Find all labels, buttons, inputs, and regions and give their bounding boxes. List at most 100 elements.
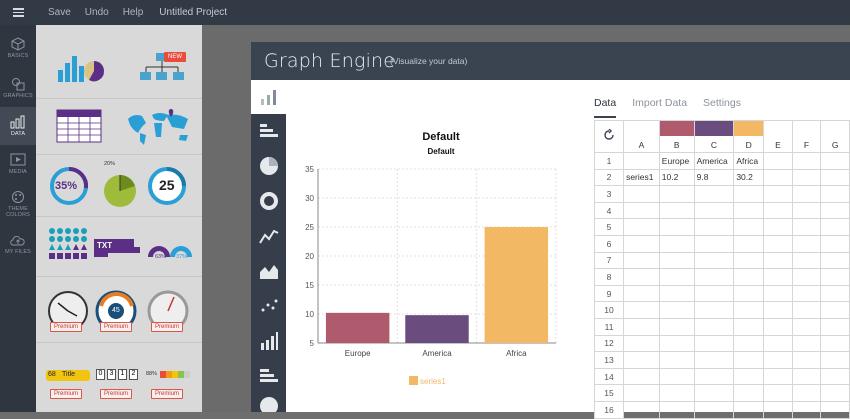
sheet-cell[interactable] [733, 284, 765, 303]
sheet-cell[interactable] [693, 218, 735, 236]
sheet-cell[interactable] [623, 351, 660, 369]
sheet-cell[interactable] [693, 301, 735, 319]
column-header[interactable]: A [623, 120, 660, 153]
sheet-cell[interactable] [733, 367, 765, 386]
sheet-cell[interactable] [623, 367, 660, 386]
row-number[interactable]: 4 [593, 201, 625, 220]
row-number[interactable]: 16 [593, 400, 625, 419]
column-header[interactable]: C [693, 120, 735, 153]
sheet-cell[interactable] [820, 351, 850, 369]
sheet-cell[interactable] [791, 152, 822, 170]
sheet-cell[interactable] [820, 367, 850, 386]
sheet-cell[interactable] [658, 301, 695, 319]
sheet-cell[interactable] [791, 334, 822, 353]
row-number[interactable]: 11 [593, 317, 625, 336]
sheet-cell[interactable] [791, 284, 822, 303]
sheet-cell[interactable] [733, 218, 765, 236]
row-number[interactable]: 10 [593, 301, 625, 319]
refresh-icon[interactable] [593, 120, 625, 153]
type-scatter[interactable] [251, 289, 286, 323]
column-header[interactable]: D [733, 120, 765, 153]
sheet-cell[interactable]: Africa [733, 152, 765, 170]
tab-import-data[interactable]: Import Data [632, 92, 687, 118]
bar-pie-thumbnail[interactable] [56, 48, 106, 84]
sheet-cell[interactable] [693, 334, 735, 353]
sheet-cell[interactable] [623, 152, 660, 170]
save-menu[interactable]: Save [48, 7, 71, 18]
table-thumbnail[interactable] [56, 109, 102, 143]
sheet-cell[interactable] [693, 317, 735, 336]
row-number[interactable]: 3 [593, 185, 625, 203]
sheet-cell[interactable] [820, 334, 850, 353]
sheet-cell[interactable] [693, 384, 735, 402]
sheet-cell[interactable] [733, 251, 765, 270]
sheet-cell[interactable] [820, 152, 850, 170]
sheet-cell[interactable] [820, 400, 850, 419]
sheet-cell[interactable] [791, 201, 822, 220]
sheet-cell[interactable] [658, 218, 695, 236]
sheet-cell[interactable] [658, 201, 695, 220]
sheet-cell[interactable] [658, 367, 695, 386]
sheet-cell[interactable] [763, 152, 793, 170]
sheet-cell[interactable] [658, 251, 695, 270]
sheet-cell[interactable]: 9.8 [693, 168, 735, 187]
sheet-cell[interactable] [623, 234, 660, 253]
sheet-cell[interactable] [693, 400, 735, 419]
sheet-cell[interactable] [763, 301, 793, 319]
sheet-cell[interactable] [693, 351, 735, 369]
nav-media[interactable]: MEDIA [0, 145, 36, 183]
sheet-cell[interactable] [763, 234, 793, 253]
row-number[interactable]: 13 [593, 351, 625, 369]
sheet-cell[interactable]: Europe [658, 152, 695, 170]
sheet-cell[interactable] [763, 168, 793, 187]
type-stacked-horizontal[interactable] [251, 359, 286, 393]
sheet-cell[interactable] [658, 334, 695, 353]
sheet-cell[interactable] [791, 317, 822, 336]
sheet-cell[interactable] [658, 384, 695, 402]
series-color-swatch[interactable] [734, 121, 763, 136]
sheet-cell[interactable] [623, 317, 660, 336]
sheet-cell[interactable] [658, 317, 695, 336]
sheet-cell[interactable] [820, 185, 850, 203]
sheet-cell[interactable] [623, 185, 660, 203]
row-number[interactable]: 5 [593, 218, 625, 236]
column-header[interactable]: F [791, 120, 822, 153]
sheet-cell[interactable] [623, 384, 660, 402]
sheet-cell[interactable] [693, 201, 735, 220]
sheet-cell[interactable] [791, 301, 822, 319]
sheet-cell[interactable] [658, 185, 695, 203]
type-donut[interactable] [251, 184, 286, 218]
sheet-cell[interactable] [820, 218, 850, 236]
sheet-cell[interactable]: 10.2 [658, 168, 695, 187]
sheet-cell[interactable] [763, 367, 793, 386]
type-bar-vertical[interactable] [251, 80, 286, 114]
sheet-cell[interactable] [623, 400, 660, 419]
tab-settings[interactable]: Settings [703, 92, 741, 118]
series-color-swatch[interactable] [660, 121, 694, 136]
sheet-cell[interactable] [763, 334, 793, 353]
sheet-cell[interactable] [791, 400, 822, 419]
sheet-cell[interactable] [763, 201, 793, 220]
sheet-cell[interactable] [763, 185, 793, 203]
sheet-cell[interactable] [791, 384, 822, 402]
sheet-cell[interactable] [791, 218, 822, 236]
world-map-thumbnail[interactable] [124, 107, 192, 147]
sheet-cell[interactable] [763, 317, 793, 336]
sheet-cell[interactable] [820, 201, 850, 220]
type-pie-2[interactable] [251, 394, 286, 412]
sheet-cell[interactable] [763, 218, 793, 236]
sheet-cell[interactable] [763, 284, 793, 303]
type-stacked-bar[interactable] [251, 324, 286, 358]
row-number[interactable]: 12 [593, 334, 625, 353]
sheet-cell[interactable] [623, 334, 660, 353]
sheet-cell[interactable] [791, 268, 822, 286]
sheet-cell[interactable] [820, 284, 850, 303]
sheet-cell[interactable] [693, 268, 735, 286]
sheet-cell[interactable] [791, 185, 822, 203]
sheet-cell[interactable] [820, 384, 850, 402]
sheet-cell[interactable] [820, 268, 850, 286]
sheet-cell[interactable]: series1 [623, 168, 660, 187]
column-header[interactable]: G [820, 120, 850, 153]
row-number[interactable]: 7 [593, 251, 625, 270]
nav-data[interactable]: DATA [0, 107, 36, 145]
